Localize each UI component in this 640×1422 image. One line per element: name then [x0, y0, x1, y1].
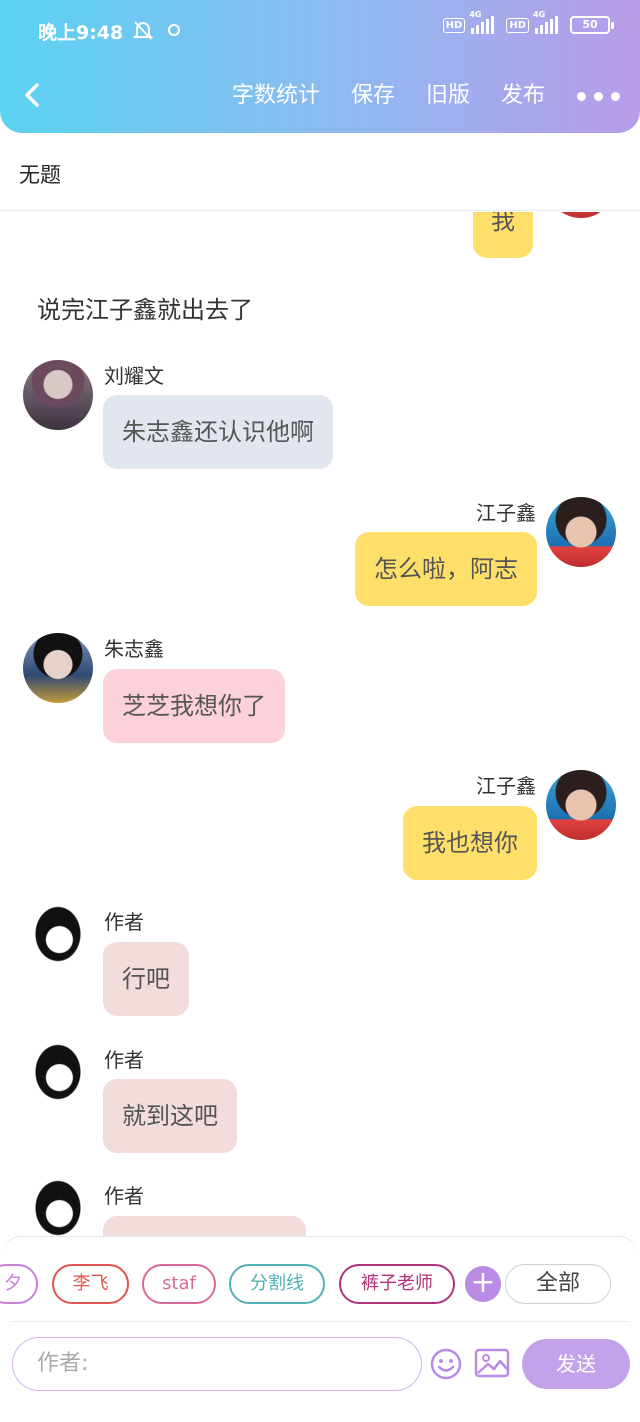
avatar-jiang-zixin[interactable]	[546, 770, 616, 840]
narration-text: 说完江子鑫就出去了	[37, 296, 253, 324]
message-bubble[interactable]: 就到这吧	[103, 1079, 237, 1153]
avatar-author[interactable]	[23, 1044, 93, 1114]
avatar-partial	[546, 212, 616, 218]
avatar-author[interactable]	[23, 906, 93, 976]
avatar-zhu-zhixin[interactable]	[23, 633, 93, 703]
image-icon[interactable]	[474, 1347, 510, 1379]
emoji-icon[interactable]	[429, 1347, 463, 1381]
battery-icon: 50	[570, 16, 614, 34]
title-row: 无题	[0, 133, 640, 211]
role-chip[interactable]: 夕	[0, 1264, 38, 1304]
chat-area[interactable]: 我 说完江子鑫就出去了 刘耀文 朱志鑫还认识他啊 江子鑫 怎么啦，阿志 朱志鑫 …	[0, 212, 640, 1236]
hd-badge-1: HD	[442, 17, 466, 33]
hd-badge-2: HD	[506, 17, 529, 33]
role-chip[interactable]: 李飞	[52, 1264, 129, 1304]
sender-name: 朱志鑫	[104, 637, 164, 661]
signal-icon-2: 4G	[533, 10, 558, 34]
sender-name: 江子鑫	[476, 774, 536, 798]
send-button[interactable]: 发送	[522, 1339, 630, 1389]
all-roles-button[interactable]: 全部	[505, 1264, 611, 1304]
message-bubble[interactable]: 怎么啦，阿志	[355, 532, 537, 606]
signal-icon-1: 4G	[469, 10, 495, 34]
notification-dot-icon	[168, 24, 180, 36]
status-indicators: HD 4G HD 4G 50	[442, 10, 614, 34]
message-input[interactable]: 作者:	[12, 1337, 422, 1391]
header-actions: 字数统计 保存 旧版 发布	[201, 82, 620, 110]
divider	[10, 1321, 630, 1322]
word-count-button[interactable]: 字数统计	[232, 82, 320, 110]
avatar-author[interactable]	[23, 1180, 93, 1236]
publish-button[interactable]: 发布	[501, 82, 545, 110]
status-time: 晚上9:48	[38, 22, 124, 44]
message-bubble[interactable]: 芝芝我想你了	[103, 669, 285, 743]
avatar-jiang-zixin[interactable]	[546, 497, 616, 567]
message-bubble[interactable]	[103, 1216, 306, 1236]
role-chip[interactable]: 分割线	[229, 1264, 325, 1304]
document-title[interactable]: 无题	[19, 159, 61, 189]
back-arrow-icon[interactable]	[20, 80, 46, 110]
more-icon[interactable]	[577, 91, 620, 101]
top-bar: 晚上9:48 HD 4G HD 4G 50 字数统计 保存 旧版 发布	[0, 0, 640, 133]
composer-panel: 夕 李飞 staf 分割线 裤子老师 + 全部 作者: 发送	[0, 1236, 640, 1422]
role-chip[interactable]: 裤子老师	[339, 1264, 455, 1304]
bell-muted-icon	[132, 21, 154, 40]
role-chip[interactable]: staf	[142, 1264, 216, 1304]
message-bubble-partial: 我	[473, 212, 533, 258]
message-bubble[interactable]: 朱志鑫还认识他啊	[103, 395, 333, 469]
message-bubble[interactable]: 我也想你	[403, 806, 537, 880]
add-role-icon[interactable]: +	[465, 1266, 501, 1302]
sender-name: 刘耀文	[104, 364, 164, 388]
avatar-liu-yaowen[interactable]	[23, 360, 93, 430]
sender-name: 江子鑫	[476, 501, 536, 525]
save-button[interactable]: 保存	[351, 82, 395, 110]
old-version-button[interactable]: 旧版	[426, 82, 470, 110]
sender-name: 作者	[104, 1184, 144, 1208]
role-chip-row: 夕 李飞 staf 分割线 裤子老师 + 全部	[0, 1264, 640, 1306]
message-bubble[interactable]: 行吧	[103, 942, 189, 1016]
sender-name: 作者	[104, 1048, 144, 1072]
sender-name: 作者	[104, 910, 144, 934]
